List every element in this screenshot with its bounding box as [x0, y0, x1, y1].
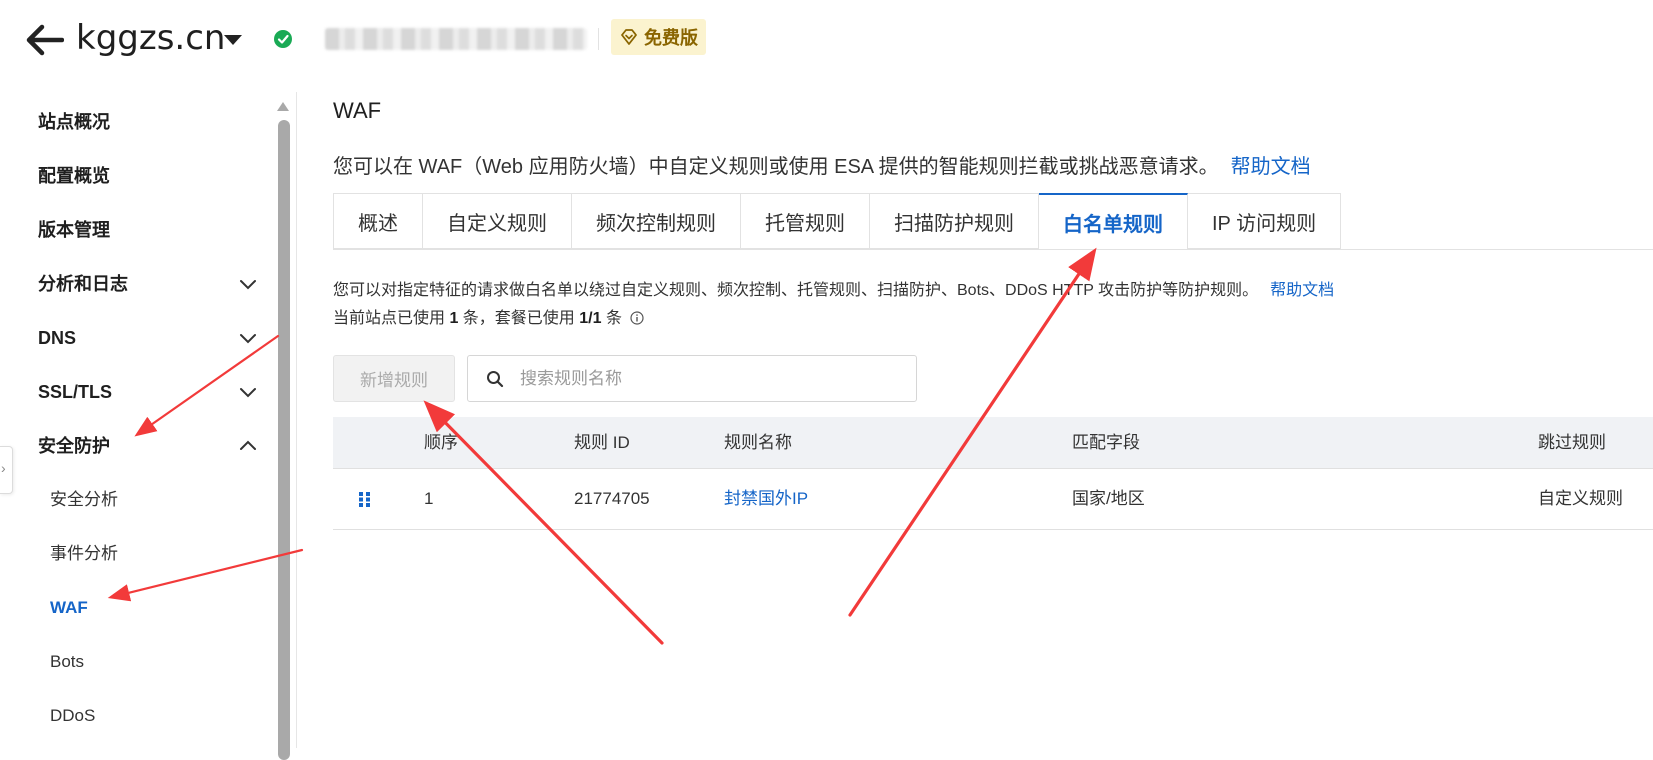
sidebar-item-analytics-logs[interactable]: 分析和日志 — [38, 269, 128, 299]
sidebar-item-security[interactable]: 安全防护 — [38, 431, 110, 461]
sidebar-item-version-management[interactable]: 版本管理 — [38, 215, 110, 245]
chevron-down-icon[interactable] — [238, 278, 258, 292]
tab-rate-limit-rules[interactable]: 频次控制规则 — [572, 193, 741, 249]
sidebar-subitem-waf[interactable]: WAF — [50, 593, 88, 623]
site-name[interactable]: kggzs.cn — [76, 16, 225, 60]
col-skip-rules: 跳过规则 — [1538, 433, 1606, 452]
tab-scan-protection-rules[interactable]: 扫描防护规则 — [870, 193, 1039, 249]
usage-prefix: 当前站点已使用 — [333, 310, 450, 327]
search-icon — [487, 370, 504, 387]
add-rule-button[interactable]: 新增规则 — [333, 355, 455, 402]
rule-name-link[interactable]: 封禁国外IP — [724, 489, 808, 508]
redacted-account-info — [325, 28, 587, 50]
tab-overview[interactable]: 概述 — [333, 193, 423, 249]
col-order: 顺序 — [424, 433, 458, 452]
usage-suffix: 条 — [601, 310, 622, 327]
sidebar-scrollbar-thumb[interactable] — [278, 120, 290, 760]
intro-text: 您可以在 WAF（Web 应用防火墙）中自定义规则或使用 ESA 提供的智能规则… — [333, 156, 1219, 178]
drag-handle-icon[interactable] — [358, 491, 372, 507]
diamond-icon — [621, 29, 637, 45]
plan-badge-label: 免费版 — [644, 28, 698, 48]
search-input[interactable] — [518, 367, 882, 390]
sidebar-item-ssl-tls[interactable]: SSL/TLS — [38, 377, 112, 407]
scroll-up-icon[interactable] — [276, 99, 290, 111]
rule-search-box[interactable] — [467, 355, 917, 402]
sidebar-item-site-overview[interactable]: 站点概况 — [38, 107, 110, 137]
cell-rule-name: 封禁国外IP — [724, 469, 808, 529]
cell-rule-id: 21774705 — [574, 489, 650, 508]
chevron-down-icon[interactable] — [238, 332, 258, 346]
sidebar-collapse-handle[interactable]: › — [0, 446, 13, 494]
usage-plan: 1/1 — [579, 310, 602, 327]
col-rule-name: 规则名称 — [724, 433, 792, 452]
sidebar-subitem-security-analysis[interactable]: 安全分析 — [50, 485, 118, 515]
sidebar-divider — [296, 92, 297, 748]
page-title: WAF — [333, 98, 382, 123]
cell-order: 1 — [424, 489, 434, 508]
caret-down-icon[interactable] — [223, 33, 243, 47]
desc-help-doc-link[interactable]: 帮助文档 — [1270, 282, 1334, 299]
tab-ip-access-rules[interactable]: IP 访问规则 — [1188, 193, 1342, 249]
sidebar-subitem-event-analysis[interactable]: 事件分析 — [50, 539, 118, 569]
help-doc-link[interactable]: 帮助文档 — [1231, 156, 1311, 178]
annotation-arrow-waf — [107, 548, 304, 602]
chevron-down-icon[interactable] — [238, 386, 258, 400]
table-header — [333, 417, 1653, 469]
whitelist-description: 您可以对指定特征的请求做白名单以绕过自定义规则、频次控制、托管规则、扫描防护、B… — [333, 277, 1334, 333]
back-arrow-icon[interactable] — [24, 22, 65, 58]
header-divider — [598, 28, 599, 50]
tab-whitelist-rules[interactable]: 白名单规则 — [1039, 193, 1188, 250]
page-intro: 您可以在 WAF（Web 应用防火墙）中自定义规则或使用 ESA 提供的智能规则… — [333, 150, 1311, 179]
tab-managed-rules[interactable]: 托管规则 — [741, 193, 870, 249]
cell-skip-rules: 自定义规则 — [1538, 489, 1623, 508]
col-match-field: 匹配字段 — [1072, 433, 1140, 452]
usage-mid: 条，套餐已使用 — [458, 310, 580, 327]
status-ok-icon — [274, 30, 292, 48]
desc-text: 您可以对指定特征的请求做白名单以绕过自定义规则、频次控制、托管规则、扫描防护、B… — [333, 282, 1259, 299]
annotation-arrow-security — [134, 334, 280, 437]
sidebar-subitem-ddos[interactable]: DDoS — [50, 701, 95, 731]
plan-badge: 免费版 — [611, 19, 706, 55]
chevron-up-icon[interactable] — [238, 438, 258, 452]
col-rule-id: 规则 ID — [574, 433, 630, 452]
chevron-right-icon: › — [1, 460, 6, 476]
table-row — [333, 469, 1653, 530]
waf-tabs: 概述 自定义规则 频次控制规则 托管规则 扫描防护规则 白名单规则 IP 访问规… — [333, 193, 1342, 250]
sidebar-subitem-bots[interactable]: Bots — [50, 647, 84, 677]
sidebar-item-dns[interactable]: DNS — [38, 323, 76, 353]
info-icon[interactable] — [630, 311, 645, 325]
tab-custom-rules[interactable]: 自定义规则 — [423, 193, 572, 249]
cell-match-field: 国家/地区 — [1072, 489, 1145, 508]
sidebar-item-config-overview[interactable]: 配置概览 — [38, 161, 110, 191]
tabs-divider — [333, 249, 1653, 250]
usage-line: 当前站点已使用 1 条，套餐已使用 1/1 条 — [333, 305, 1334, 333]
